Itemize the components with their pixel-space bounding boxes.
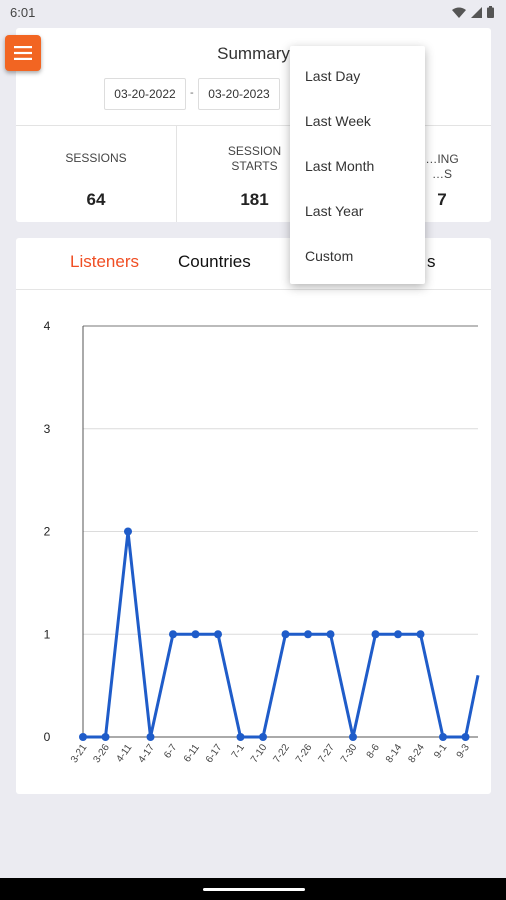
- y-tick-label: 1: [44, 627, 51, 641]
- hamburger-menu-icon: [14, 46, 32, 60]
- navigation-bar: [0, 878, 506, 900]
- y-tick-label: 4: [44, 319, 51, 333]
- stat-value: 64: [86, 190, 106, 209]
- x-tick-label: 9-1: [432, 742, 450, 761]
- data-point: [304, 630, 312, 639]
- data-point: [326, 630, 335, 639]
- chart-card: Listeners Countries s 0 1 2 3 4 3-21 3-26 4-11 4…: [16, 238, 491, 794]
- data-point: [191, 630, 200, 639]
- data-point: [416, 630, 425, 639]
- data-point: [214, 630, 222, 639]
- dropdown-item-last-week[interactable]: Last Week: [305, 113, 371, 129]
- data-point: [349, 733, 357, 741]
- date-separator: -: [190, 87, 194, 99]
- data-point: [461, 733, 470, 741]
- data-point: [124, 527, 132, 536]
- data-point: [371, 630, 380, 639]
- x-tick-label: 4-11: [114, 742, 134, 764]
- x-tick-label: 7-30: [339, 742, 360, 765]
- data-point: [394, 630, 402, 639]
- signal-icon: [471, 6, 482, 21]
- stat-sessions: SESSIONS 64: [16, 126, 176, 222]
- date-to-field[interactable]: 03-20-2023: [198, 78, 280, 110]
- data-point: [146, 733, 155, 741]
- home-handle[interactable]: [203, 888, 305, 891]
- date-range-dropdown: Last Day Last Week Last Month Last Year …: [290, 46, 425, 284]
- data-point: [169, 630, 177, 639]
- x-tick-label: 8-24: [406, 742, 427, 765]
- x-tick-label: 7-10: [249, 742, 270, 765]
- data-point: [236, 733, 245, 741]
- date-from-field[interactable]: 03-20-2022: [104, 78, 186, 110]
- dropdown-item-last-day[interactable]: Last Day: [305, 68, 360, 84]
- data-point: [259, 733, 267, 741]
- x-tick-label: 7-1: [230, 742, 248, 761]
- x-tick-label: 7-26: [294, 742, 315, 765]
- stat-label: SESSIONS: [65, 151, 127, 165]
- x-tick-label: 9-3: [455, 742, 473, 761]
- menu-button[interactable]: [5, 35, 41, 71]
- dropdown-item-custom[interactable]: Custom: [305, 248, 353, 264]
- y-tick-label: 2: [44, 525, 51, 539]
- x-tick-label: 8-6: [365, 742, 383, 761]
- battery-icon: [487, 6, 494, 21]
- y-tick-label: 0: [44, 730, 51, 744]
- data-point: [281, 630, 290, 639]
- x-tick-label: 6-17: [204, 742, 225, 765]
- x-tick-label: 3-26: [91, 742, 112, 765]
- x-tick-label: 4-17: [136, 742, 157, 765]
- data-point: [79, 733, 87, 741]
- status-bar: 6:01: [0, 0, 506, 24]
- listeners-line-chart: 012343-21 3-26 4-11 4-17 6-7 6-11 6-17 7-1 7-10 7…: [44, 319, 480, 765]
- x-tick-label: 7-27: [316, 742, 337, 765]
- x-tick-label: 3-21: [69, 742, 90, 765]
- dropdown-item-last-month[interactable]: Last Month: [305, 158, 374, 174]
- wifi-icon: [452, 6, 466, 21]
- y-tick-label: 3: [44, 422, 51, 436]
- status-time: 6:01: [10, 5, 36, 20]
- x-tick-label: 7-22: [271, 742, 292, 765]
- x-tick-label: 6-11: [182, 742, 202, 764]
- dropdown-item-last-year[interactable]: Last Year: [305, 203, 363, 219]
- x-tick-label: 8-14: [384, 742, 405, 765]
- data-point: [101, 733, 110, 741]
- status-icons: [452, 6, 494, 21]
- x-tick-label: 6-7: [162, 742, 180, 761]
- data-point: [439, 733, 447, 741]
